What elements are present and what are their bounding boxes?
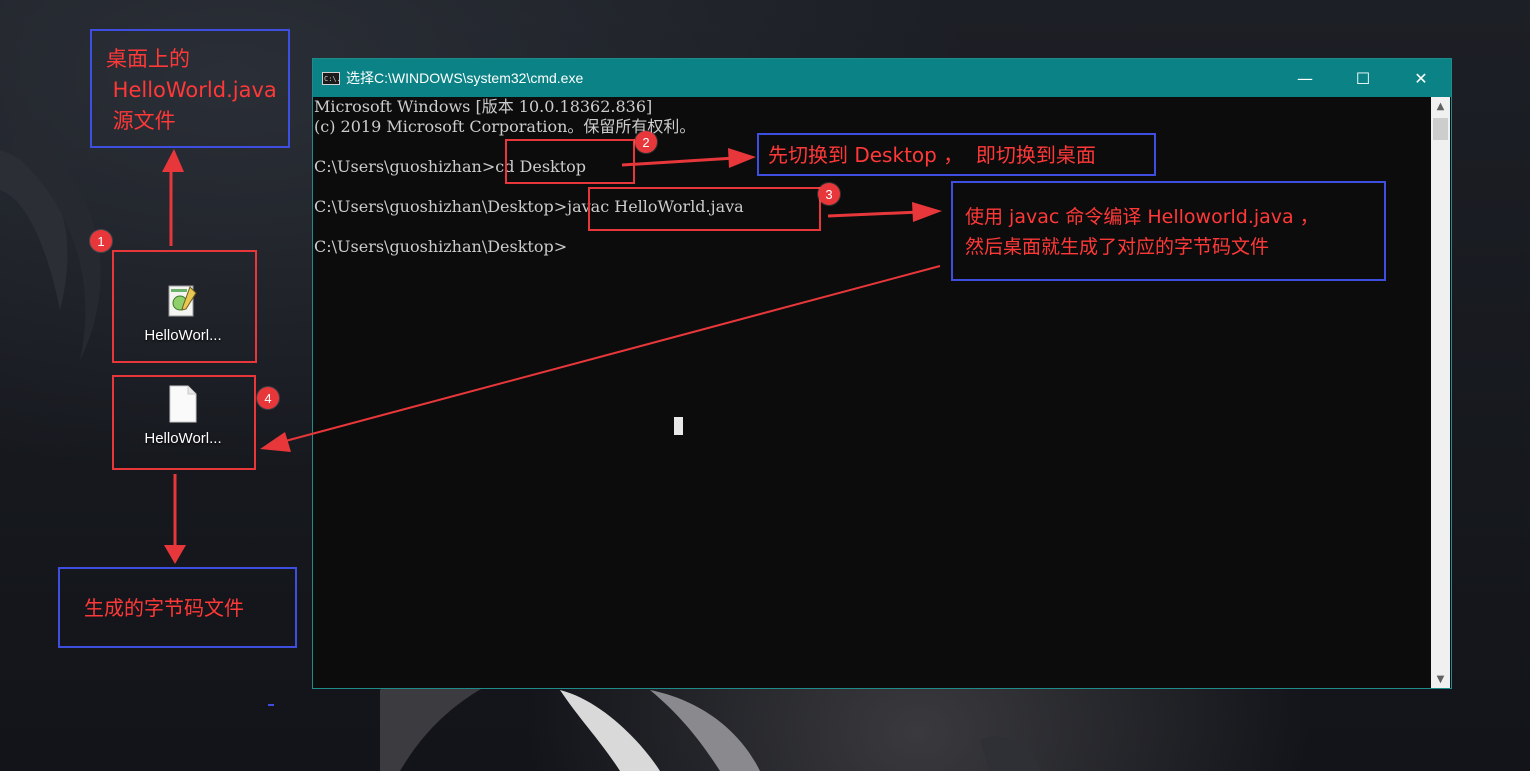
highlight-cd-command bbox=[505, 139, 635, 184]
scrollbar-thumb[interactable] bbox=[1433, 118, 1448, 140]
scroll-up-icon[interactable]: ▲ bbox=[1431, 97, 1450, 115]
annotation-javac: 使用 javac 命令编译 Helloworld.java ， 然后桌面就生成了… bbox=[951, 181, 1386, 281]
window-title: 选择C:\WINDOWS\system32\cmd.exe bbox=[346, 70, 584, 86]
step-badge-3: 3 bbox=[818, 183, 840, 205]
annotation-cd-desktop: 先切换到 Desktop ， 即切换到桌面 bbox=[757, 133, 1156, 176]
maximize-button[interactable]: ☐ bbox=[1334, 59, 1392, 97]
close-button[interactable]: ✕ bbox=[1392, 59, 1450, 97]
stray-blue-mark bbox=[268, 704, 274, 706]
step-badge-4: 4 bbox=[257, 387, 279, 409]
highlight-javac-command bbox=[588, 187, 821, 231]
text-cursor bbox=[674, 417, 683, 435]
scroll-down-icon[interactable]: ▼ bbox=[1431, 670, 1450, 688]
step-badge-1: 1 bbox=[90, 230, 112, 252]
console-prompt: C:\Users\guoshizhan\Desktop> bbox=[314, 237, 568, 256]
annotation-bytecode: 生成的字节码文件 bbox=[58, 567, 297, 648]
title-bar[interactable]: C:\. 选择C:\WINDOWS\system32\cmd.exe — ☐ ✕ bbox=[313, 59, 1451, 97]
highlight-java-source-icon bbox=[112, 250, 257, 363]
minimize-button[interactable]: — bbox=[1276, 59, 1334, 97]
highlight-class-file-icon bbox=[112, 375, 256, 470]
annotation-source-file: 桌面上的 HelloWorld.java 源文件 bbox=[90, 29, 290, 148]
console-line: Microsoft Windows [版本 10.0.18362.836] bbox=[314, 97, 653, 116]
cmd-app-icon: C:\. bbox=[322, 71, 341, 85]
vertical-scrollbar[interactable]: ▲ ▼ bbox=[1431, 97, 1450, 688]
step-badge-2: 2 bbox=[635, 131, 657, 153]
